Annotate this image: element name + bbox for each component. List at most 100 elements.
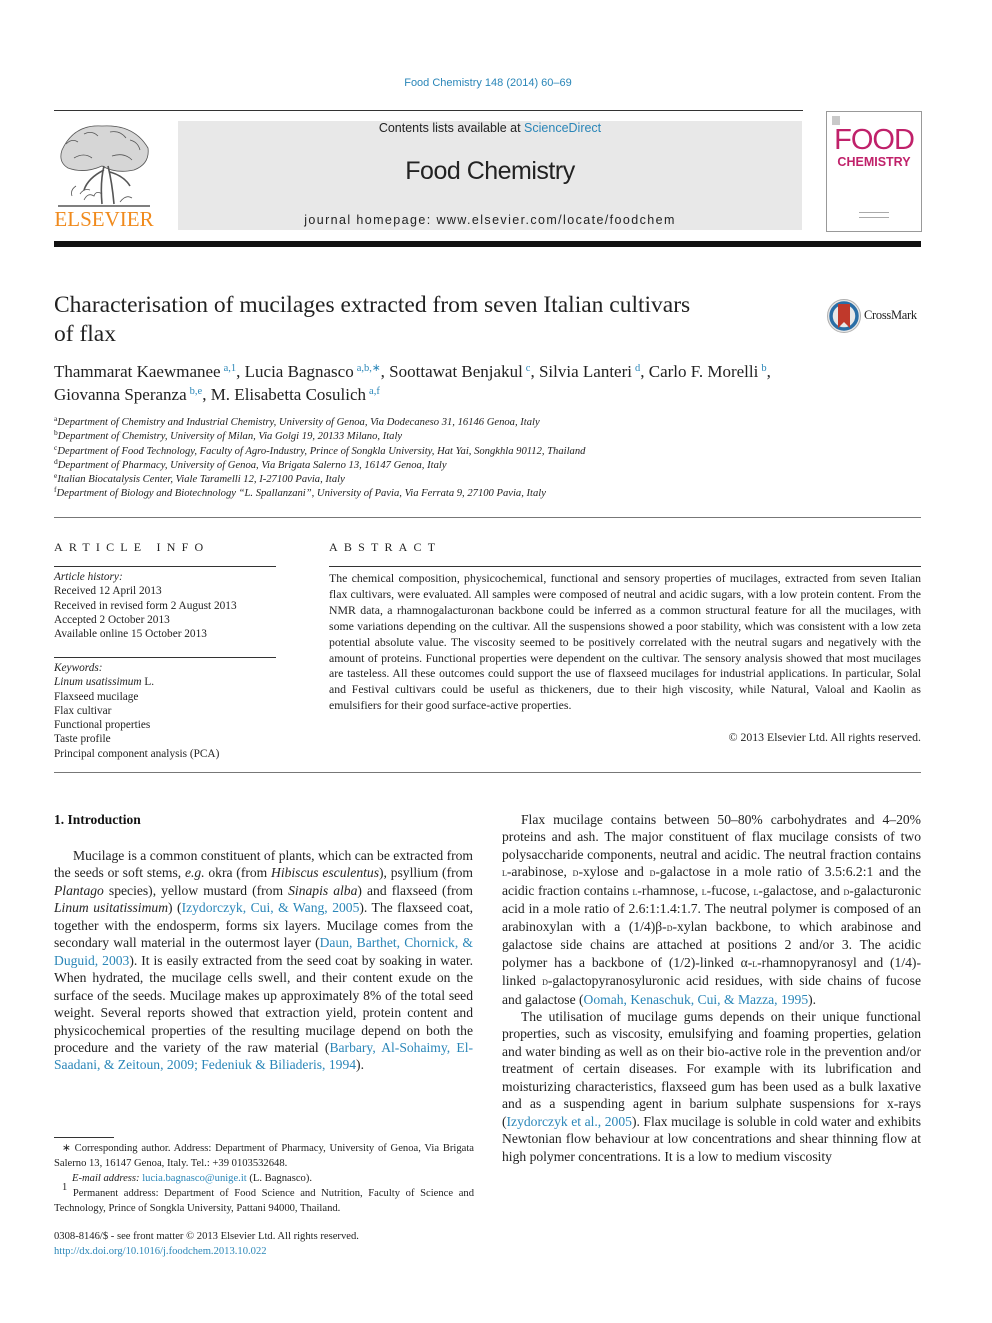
text: ) and flaxseed (from: [357, 882, 474, 898]
history-received: Received 12 April 2013: [54, 585, 162, 598]
italic-text: e.g.: [184, 865, 205, 881]
email-link[interactable]: lucia.bagnasco@unige.it: [142, 1173, 246, 1184]
author-separator: ,: [202, 385, 211, 404]
contents-prefix: Contents lists available at: [378, 121, 525, 135]
history-revised: Received in revised form 2 August 2013: [54, 599, 237, 612]
keyword-species-suffix: L.: [141, 676, 155, 689]
crossmark-button[interactable]: CrossMark: [826, 298, 926, 334]
cover-title-food: FOOD: [834, 124, 915, 156]
footnote-rule: [54, 1137, 114, 1138]
cover-title-chemistry: CHEMISTRY: [837, 155, 911, 169]
paragraph: The utilisation of mucilage gums depends…: [502, 1008, 921, 1165]
masthead-thick-rule: [54, 241, 921, 247]
abstract-copyright: © 2013 Elsevier Ltd. All rights reserved…: [728, 730, 921, 744]
keyword-item: Principal component analysis (PCA): [54, 747, 220, 760]
text: okra (from: [204, 865, 272, 881]
history-online: Available online 15 October 2013: [54, 628, 207, 641]
permanent-address-text: Permanent address: Department of Food Sc…: [54, 1188, 474, 1214]
article-title-line-1: Characterisation of mucilages extracted …: [54, 292, 691, 318]
article-title-line-2: of flax: [54, 321, 116, 347]
citation-link[interactable]: Izydorczyk, Cui, & Wang, 2005: [182, 900, 360, 915]
affiliation-text: Department of Food Technology, Faculty o…: [57, 445, 586, 457]
history-accepted: Accepted 2 October 2013: [54, 613, 170, 626]
journal-title[interactable]: Food Chemistry: [178, 157, 802, 186]
article-title: Characterisation of mucilages extracted …: [54, 291, 794, 349]
article-history: Article history: Received 12 April 2013 …: [54, 570, 284, 641]
paragraph: Flax mucilage contains between 50–80% ca…: [502, 811, 921, 1008]
text: -galactose, and: [758, 882, 844, 898]
keyword-item: Linum usatissimum L.: [54, 675, 284, 689]
author-name[interactable]: Carlo F. Morelli: [649, 362, 759, 381]
citation-link[interactable]: Izydorczyk et al., 2005: [507, 1114, 632, 1129]
doi-link[interactable]: http://dx.doi.org/10.1016/j.foodchem.201…: [54, 1246, 267, 1257]
footnotes: ∗ Corresponding author. Address: Departm…: [54, 1141, 474, 1216]
text: -fucose,: [706, 882, 754, 898]
abstract-text: The chemical composition, physicochemica…: [329, 571, 921, 713]
author-separator: ,: [380, 362, 390, 381]
elsevier-logo[interactable]: ELSEVIER: [54, 120, 154, 232]
keyword-item: Flax cultivar: [54, 704, 112, 717]
keywords-label: Keywords:: [54, 662, 103, 674]
species-name: Hibiscus esculentus: [271, 865, 379, 881]
issn-line: 0308-8146/$ - see front matter © 2013 El…: [54, 1231, 359, 1242]
email-suffix: (L. Bagnasco).: [246, 1173, 313, 1184]
crossmark-icon: [827, 299, 861, 333]
top-rule: [54, 110, 803, 111]
divider: [54, 657, 276, 658]
affiliation-text: Department of Chemistry, University of M…: [57, 431, 403, 443]
email-note: E-mail address: lucia.bagnasco@unige.it …: [54, 1171, 474, 1186]
divider: [329, 566, 921, 567]
affiliation-text: Department of Chemistry and Industrial C…: [57, 417, 540, 428]
species-name: Linum usitatissimum: [54, 900, 169, 916]
author-name[interactable]: Giovanna Speranza: [54, 385, 187, 404]
citation-link[interactable]: Oomah, Kenaschuk, Cui, & Mazza, 1995: [584, 992, 809, 1007]
species-name: Plantago: [54, 882, 104, 898]
cover-footer-mark: [859, 212, 889, 218]
author-affiliation-marker[interactable]: a,f: [369, 386, 380, 397]
species-name: Sinapis alba: [288, 882, 358, 898]
text: ) (: [168, 900, 182, 916]
elsevier-wordmark: ELSEVIER: [54, 207, 154, 231]
keyword-item: Taste profile: [54, 733, 111, 746]
text: Flax mucilage contains between 50–80% ca…: [502, 812, 921, 862]
crossmark-label: CrossMark: [864, 308, 917, 322]
keyword-species: Linum usatissimum: [54, 676, 142, 689]
text: The utilisation of mucilage gums depends…: [502, 1008, 921, 1129]
author-name[interactable]: Silvia Lanteri: [539, 362, 632, 381]
author-affiliation-marker[interactable]: b,e: [190, 386, 203, 397]
journal-banner: Contents lists available at ScienceDirec…: [178, 121, 802, 230]
keyword-item: Flaxseed mucilage: [54, 690, 139, 703]
author-separator: ,: [766, 362, 771, 381]
text: -rhamnose,: [637, 882, 702, 898]
keyword-list: Keywords: Linum usatissimum L. Flaxseed …: [54, 661, 284, 761]
keyword-item: Functional properties: [54, 719, 151, 732]
journal-cover-thumbnail[interactable]: FOOD CHEMISTRY: [826, 111, 922, 232]
journal-reference-link[interactable]: Food Chemistry 148 (2014) 60–69: [0, 77, 976, 89]
author-affiliation-marker[interactable]: a,b,∗: [357, 363, 381, 374]
author-affiliation-marker[interactable]: a,1: [224, 363, 237, 374]
elsevier-tree-icon: [58, 125, 150, 207]
author-name[interactable]: Thammarat Kaewmanee: [54, 362, 221, 381]
author-name[interactable]: Soottawat Benjakul: [389, 362, 523, 381]
sciencedirect-link[interactable]: ScienceDirect: [524, 121, 601, 135]
corresponding-author-note: ∗ Corresponding author. Address: Departm…: [54, 1143, 474, 1169]
affiliation-text: Italian Biocatalysis Center, Viale Taram…: [57, 474, 345, 486]
paragraph: Mucilage is a common constituent of plan…: [54, 847, 473, 1074]
text: ).: [808, 991, 817, 1007]
journal-homepage-link[interactable]: journal homepage: www.elsevier.com/locat…: [178, 213, 802, 227]
text: -arabinose,: [506, 864, 573, 880]
article-info-heading: ARTICLE INFO: [54, 540, 210, 554]
text: -xylose and: [578, 864, 650, 880]
author-name[interactable]: M. Elisabetta Cosulich: [211, 385, 366, 404]
affiliation-item: bDepartment of Chemistry, University of …: [54, 429, 934, 444]
author-separator: ,: [530, 362, 539, 381]
affiliation-item: eItalian Biocatalysis Center, Viale Tara…: [54, 472, 934, 487]
divider: [54, 517, 921, 518]
affiliation-item: aDepartment of Chemistry and Industrial …: [54, 415, 934, 430]
text: ).: [356, 1057, 364, 1073]
author-name[interactable]: Lucia Bagnasco: [245, 362, 354, 381]
affiliation-item: dDepartment of Pharmacy, University of G…: [54, 458, 934, 473]
contents-line: Contents lists available at ScienceDirec…: [178, 121, 802, 135]
email-label: E-mail address:: [72, 1173, 140, 1184]
author-separator: ,: [236, 362, 245, 381]
